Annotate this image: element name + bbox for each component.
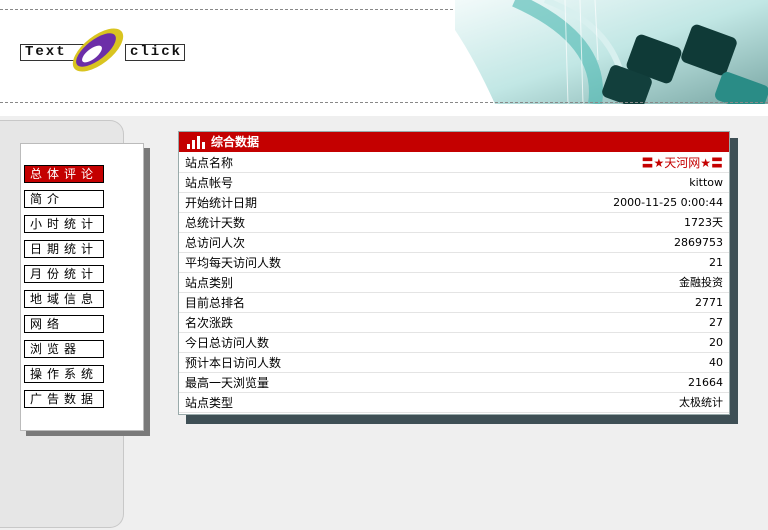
row-value: 2000-11-25 0:00:44 — [613, 196, 723, 209]
row-label: 开始统计日期 — [185, 196, 258, 210]
stats-table: 站点名称 〓★天河网★〓 站点帐号 kittow 开始统计日期 2000-11-… — [179, 153, 729, 413]
table-row: 目前总排名 2771 — [179, 293, 729, 313]
row-label: 站点类型 — [185, 396, 234, 410]
nav-item-network[interactable]: 网络 — [24, 315, 104, 333]
header-keyboard-art — [455, 0, 768, 104]
row-value: kittow — [689, 176, 723, 189]
row-label: 平均每天访问人数 — [185, 256, 282, 270]
panel-header: 综合数据 — [179, 132, 729, 152]
logo-text-right: click — [125, 44, 185, 61]
data-panel: 综合数据 站点名称 〓★天河网★〓 站点帐号 kittow 开始统计日期 200… — [178, 131, 730, 415]
table-row: 总访问人次 2869753 — [179, 233, 729, 253]
row-value: 21 — [709, 256, 723, 269]
nav-item-os[interactable]: 操作系统 — [24, 365, 104, 383]
row-label: 总访问人次 — [185, 236, 246, 250]
nav-item-ad-data[interactable]: 广告数据 — [24, 390, 104, 408]
row-label: 预计本日访问人数 — [185, 356, 282, 370]
table-row: 最高一天浏览量 21664 — [179, 373, 729, 393]
row-value: 金融投资 — [679, 276, 723, 289]
table-row: 开始统计日期 2000-11-25 0:00:44 — [179, 193, 729, 213]
row-value: 40 — [709, 356, 723, 369]
row-label: 站点帐号 — [185, 176, 234, 190]
panel-title: 综合数据 — [211, 135, 260, 149]
row-value: 〓★天河网★〓 — [641, 156, 723, 170]
nav-item-overview[interactable]: 总体评论 — [24, 165, 104, 183]
row-label: 站点名称 — [185, 156, 234, 170]
row-label: 总统计天数 — [185, 216, 246, 230]
table-row: 平均每天访问人数 21 — [179, 253, 729, 273]
table-row: 站点帐号 kittow — [179, 173, 729, 193]
row-label: 今日总访问人数 — [185, 336, 270, 350]
row-label: 名次涨跌 — [185, 316, 234, 330]
nav-item-monthly-stats[interactable]: 月份统计 — [24, 265, 104, 283]
row-value: 2771 — [695, 296, 723, 309]
nav-item-browser[interactable]: 浏览器 — [24, 340, 104, 358]
nav-menu — [20, 143, 144, 431]
table-row: 总统计天数 1723天 — [179, 213, 729, 233]
logo[interactable]: Text click — [20, 22, 185, 78]
row-label: 站点类别 — [185, 276, 234, 290]
row-value: 27 — [709, 316, 723, 329]
row-value: 20 — [709, 336, 723, 349]
table-row: 预计本日访问人数 40 — [179, 353, 729, 373]
row-value: 2869753 — [674, 236, 723, 249]
nav-item-region-info[interactable]: 地域信息 — [24, 290, 104, 308]
nav-item-intro[interactable]: 简介 — [24, 190, 104, 208]
table-row: 名次涨跌 27 — [179, 313, 729, 333]
row-value: 太极统计 — [679, 396, 723, 409]
nav-item-hourly-stats[interactable]: 小时统计 — [24, 215, 104, 233]
table-row: 站点类型 太极统计 — [179, 393, 729, 413]
table-row: 今日总访问人数 20 — [179, 333, 729, 353]
nav-item-daily-stats[interactable]: 日期统计 — [24, 240, 104, 258]
row-label: 目前总排名 — [185, 296, 246, 310]
page-header: Text click — [0, 0, 768, 104]
bar-chart-icon — [187, 136, 205, 149]
table-row: 站点名称 〓★天河网★〓 — [179, 153, 729, 173]
header-dashed-line-bottom — [0, 102, 768, 103]
row-value: 21664 — [688, 376, 723, 389]
row-value: 1723天 — [684, 216, 723, 229]
row-label: 最高一天浏览量 — [185, 376, 270, 390]
table-row: 站点类别 金融投资 — [179, 273, 729, 293]
